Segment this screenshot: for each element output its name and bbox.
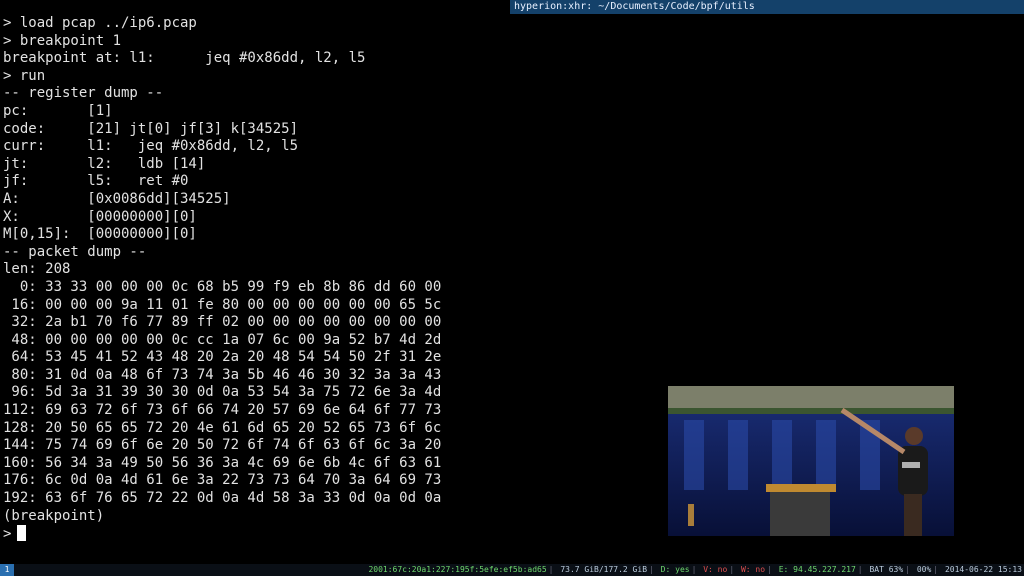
- terminal-line: code: [21] jt[0] jf[3] k[34525]: [3, 120, 299, 137]
- terminal-line: A: [0x0086dd][34525]: [3, 190, 231, 207]
- terminal-line: 96: 5d 3a 31 39 30 30 0d 0a 53 54 3a 75 …: [3, 384, 442, 401]
- prompt-line[interactable]: >: [3, 525, 503, 543]
- terminal-line: 128: 20 50 65 65 72 20 4e 61 6d 65 20 52…: [3, 419, 442, 436]
- terminal-line: curr: l1: jeq #0x86dd, l2, l5: [3, 138, 299, 155]
- terminal-line: 80: 31 0d 0a 48 6f 73 74 3a 5b 46 46 30 …: [3, 366, 442, 383]
- terminal-line: 144: 75 74 69 6f 6e 20 50 72 6f 74 6f 63…: [3, 437, 442, 454]
- terminal-line: > load pcap ../ip6.pcap: [3, 15, 197, 31]
- speaker-video-image: [668, 386, 954, 536]
- w-status: W: no: [740, 565, 766, 574]
- terminal-line: len: 208: [3, 261, 71, 278]
- ipv6-address: 2001:67c:20a1:227:195f:5efe:ef5b:ad65: [368, 565, 547, 574]
- battery-status: BAT 63%: [869, 565, 904, 574]
- terminal-output[interactable]: > load pcap ../ip6.pcap > breakpoint 1 bre…: [3, 15, 503, 543]
- terminal-line: 16: 00 00 00 9a 11 01 fe 80 00 00 00 00 …: [3, 296, 442, 313]
- speaker-video-overlay: [668, 386, 954, 536]
- terminal-line: breakpoint at: l1: jeq #0x86dd, l2, l5: [3, 50, 366, 67]
- terminal-line: 64: 53 45 41 52 43 48 20 2a 20 48 54 54 …: [3, 349, 442, 366]
- terminal-line: > breakpoint 1: [3, 32, 122, 49]
- terminal-line: jt: l2: ldb [14]: [3, 155, 206, 172]
- terminal-line: -- register dump --: [3, 85, 164, 102]
- text-cursor: [17, 525, 27, 542]
- terminal-line: 48: 00 00 00 00 00 0c cc 1a 07 6c 00 9a …: [3, 331, 442, 348]
- terminal-line: > run: [3, 67, 46, 84]
- terminal-line: 32: 2a b1 70 f6 77 89 ff 02 00 00 00 00 …: [3, 314, 442, 331]
- terminal-line: X: [00000000][0]: [3, 208, 197, 225]
- disk-usage: 73.7 GiB/177.2 GiB: [560, 565, 648, 574]
- terminal-line: 192: 63 6f 76 65 72 22 0d 0a 4d 58 3a 33…: [3, 490, 442, 507]
- prompt-symbol: >: [3, 526, 12, 543]
- workspace-indicator[interactable]: 1: [0, 564, 14, 576]
- terminal-line: pc: [1]: [3, 102, 113, 119]
- e-status: E: 94.45.227.217: [778, 565, 856, 574]
- terminal-line: jf: l5: ret #0: [3, 173, 189, 190]
- window-title-bar: hyperion:xhr: ~/Documents/Code/bpf/utils: [510, 0, 1024, 14]
- terminal-line: 160: 56 34 3a 49 50 56 36 3a 4c 69 6e 6b…: [3, 454, 442, 471]
- clock: 2014-06-22 15:13: [944, 565, 1022, 574]
- terminal-line: (breakpoint): [3, 507, 105, 524]
- terminal-line: 112: 69 63 72 6f 73 6f 66 74 20 57 69 6e…: [3, 402, 442, 419]
- terminal-line: 0: 33 33 00 00 00 0c 68 b5 99 f9 eb 8b 8…: [3, 278, 442, 295]
- terminal-line: M[0,15]: [00000000][0]: [3, 226, 197, 243]
- v-status: V: no: [703, 565, 728, 574]
- load-percent: 00%: [916, 565, 932, 574]
- status-bar: 1 2001:67c:20a1:227:195f:5efe:ef5b:ad65 |…: [0, 564, 1024, 576]
- status-info: 2001:67c:20a1:227:195f:5efe:ef5b:ad65 | 7…: [368, 565, 1022, 574]
- terminal-line: -- packet dump --: [3, 243, 147, 260]
- terminal-line: 176: 6c 0d 0a 4d 61 6e 3a 22 73 73 64 70…: [3, 472, 442, 489]
- d-status: D: yes: [660, 565, 690, 574]
